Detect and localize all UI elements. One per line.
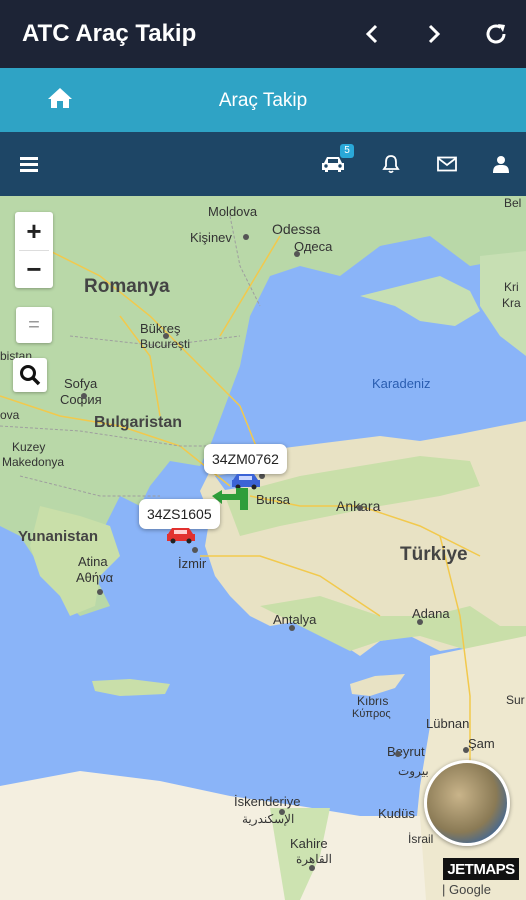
envelope-icon — [437, 156, 457, 172]
google-attribution: | Google — [442, 882, 491, 897]
vehicle-label-1[interactable]: 34ZM0762 — [204, 444, 287, 481]
user-icon — [493, 156, 509, 173]
app-header: ATC Araç Takip — [0, 0, 526, 68]
page-title: Araç Takip — [218, 90, 308, 111]
zoom-in-button[interactable]: + — [15, 212, 53, 250]
jetmaps-logo: JETMAPS — [443, 858, 519, 880]
back-button[interactable] — [356, 18, 388, 50]
toolbar — [0, 132, 526, 196]
bell-icon — [382, 155, 400, 174]
vehicle-plate: 34ZM0762 — [212, 451, 279, 467]
zoom-out-button[interactable]: − — [15, 250, 53, 288]
vehicle-plate: 34ZS1605 — [147, 506, 212, 522]
chevron-right-icon — [428, 24, 441, 44]
forward-button[interactable] — [418, 18, 450, 50]
vehicle-count-badge: 5 — [340, 144, 354, 158]
zoom-control: + − — [15, 212, 53, 288]
refresh-button[interactable] — [480, 18, 512, 50]
google-attribution-text: Google — [449, 882, 491, 897]
refresh-icon — [486, 24, 506, 44]
app-title: ATC Araç Takip — [22, 20, 197, 47]
search-button[interactable] — [13, 358, 47, 392]
messages-button[interactable] — [432, 150, 462, 178]
hamburger-icon — [20, 157, 38, 172]
notifications-button[interactable] — [376, 150, 406, 178]
page-header: Araç Takip — [0, 68, 526, 132]
car-marker-red-icon[interactable] — [165, 526, 197, 544]
profile-button[interactable] — [486, 150, 516, 178]
satellite-toggle[interactable] — [424, 760, 510, 846]
layers-button[interactable]: = — [16, 307, 52, 343]
menu-button[interactable] — [14, 150, 44, 178]
chevron-left-icon — [365, 24, 378, 44]
search-icon — [20, 365, 41, 386]
vehicle-label-2[interactable]: 34ZS1605 — [139, 499, 220, 536]
